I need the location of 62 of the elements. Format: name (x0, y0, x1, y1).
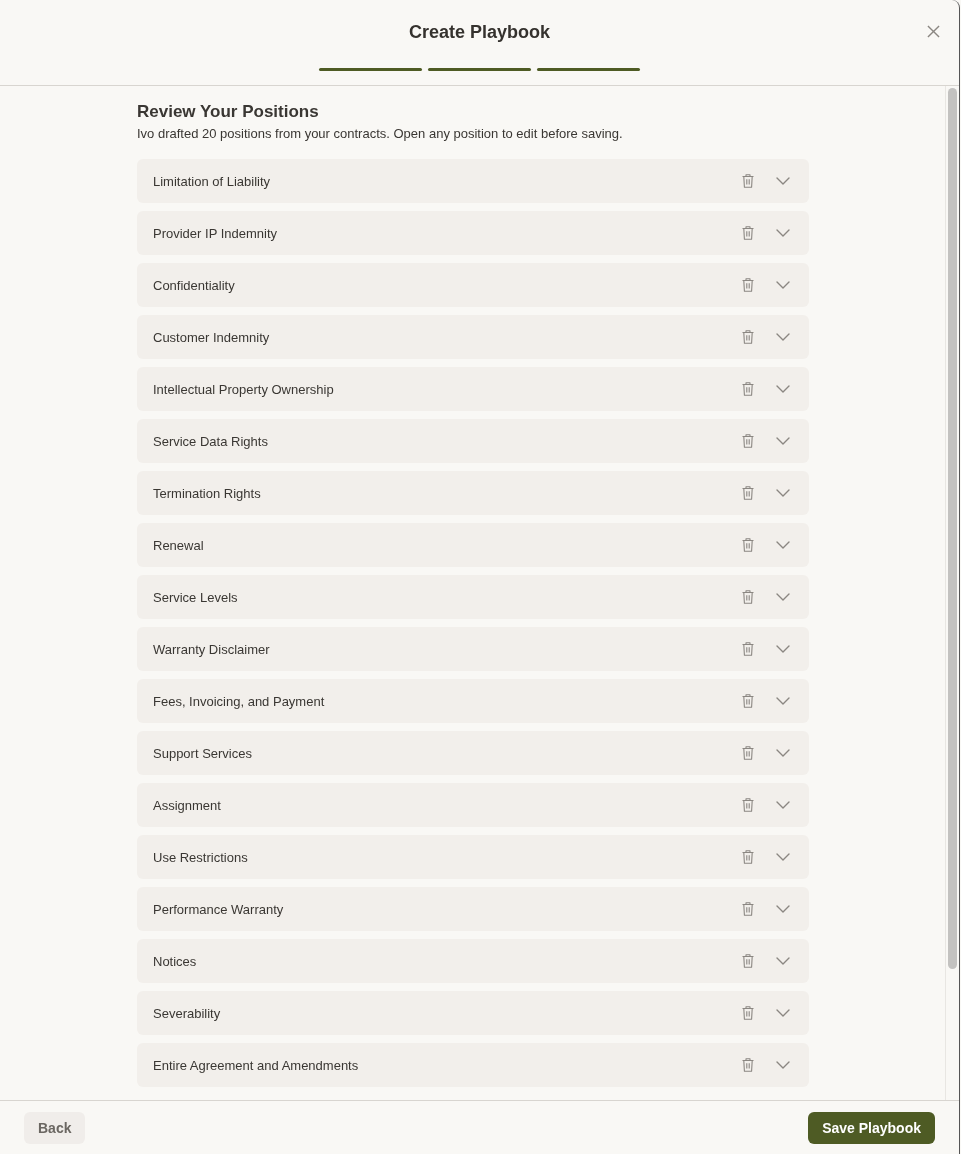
position-row[interactable]: Confidentiality (137, 263, 809, 307)
position-title: Service Levels (153, 589, 239, 605)
position-title: Limitation of Liability (153, 173, 272, 189)
position-row[interactable]: Warranty Disclaimer (137, 627, 809, 671)
back-button[interactable]: Back (24, 1111, 86, 1144)
trash-icon (742, 1006, 754, 1020)
position-title: Renewal (153, 537, 205, 553)
position-row[interactable]: Notices (137, 939, 809, 983)
trash-icon (742, 330, 754, 344)
trash-icon (742, 590, 754, 604)
position-row[interactable]: Termination Rights (137, 471, 809, 515)
position-row[interactable]: Assignment (137, 783, 809, 827)
trash-icon (742, 642, 754, 656)
position-title: Confidentiality (153, 277, 236, 293)
position-title: Warranty Disclaimer (153, 641, 271, 657)
position-title: Assignment (153, 797, 222, 813)
position-title: Intellectual Property Ownership (153, 381, 335, 397)
position-row[interactable]: Intellectual Property Ownership (137, 367, 809, 411)
close-icon (926, 24, 940, 38)
position-row[interactable]: Severability (137, 991, 809, 1035)
position-row[interactable]: Provider IP Indemnity (137, 211, 809, 255)
trash-icon (742, 486, 754, 500)
position-row[interactable]: Service Levels (137, 575, 809, 619)
position-title: Entire Agreement and Amendments (153, 1057, 360, 1073)
position-row[interactable]: Customer Indemnity (137, 315, 809, 359)
position-row[interactable]: Support Services (137, 731, 809, 775)
position-title: Severability (153, 1005, 222, 1021)
trash-icon (742, 850, 754, 864)
section-description: Ivo drafted 20 positions from your contracts. Open any position to edit before saving. (137, 125, 624, 143)
position-title: Fees, Invoicing, and Payment (153, 693, 326, 709)
position-title: Service Data Rights (153, 433, 269, 449)
section-heading: Review Your Positions (137, 102, 320, 122)
trash-icon (742, 746, 754, 760)
trash-icon (742, 226, 754, 240)
position-row[interactable]: Fees, Invoicing, and Payment (137, 679, 809, 723)
trash-icon (742, 538, 754, 552)
position-title: Provider IP Indemnity (153, 225, 279, 241)
position-title: Support Services (153, 745, 253, 761)
position-title: Customer Indemnity (153, 329, 271, 345)
position-title: Termination Rights (153, 485, 262, 501)
dialog-title: Create Playbook (408, 21, 551, 44)
position-row[interactable]: Entire Agreement and Amendments (137, 1043, 809, 1087)
trash-icon (742, 278, 754, 292)
position-row[interactable]: Performance Warranty (137, 887, 809, 931)
trash-icon (742, 382, 754, 396)
position-row[interactable]: Service Data Rights (137, 419, 809, 463)
position-row[interactable]: Renewal (137, 523, 809, 567)
trash-icon (742, 434, 754, 448)
save-playbook-button[interactable]: Save Playbook (808, 1111, 935, 1144)
trash-icon (742, 1058, 754, 1072)
position-row[interactable]: Limitation of Liability (137, 159, 809, 203)
scrollbar-thumb[interactable] (948, 88, 957, 969)
trash-icon (742, 694, 754, 708)
position-title: Use Restrictions (153, 849, 249, 865)
position-title: Notices (153, 953, 198, 969)
trash-icon (742, 798, 754, 812)
position-row[interactable]: Use Restrictions (137, 835, 809, 879)
position-title: Performance Warranty (153, 901, 285, 917)
trash-icon (742, 174, 754, 188)
trash-icon (742, 902, 754, 916)
scrollbar[interactable] (945, 86, 959, 1100)
trash-icon (742, 954, 754, 968)
